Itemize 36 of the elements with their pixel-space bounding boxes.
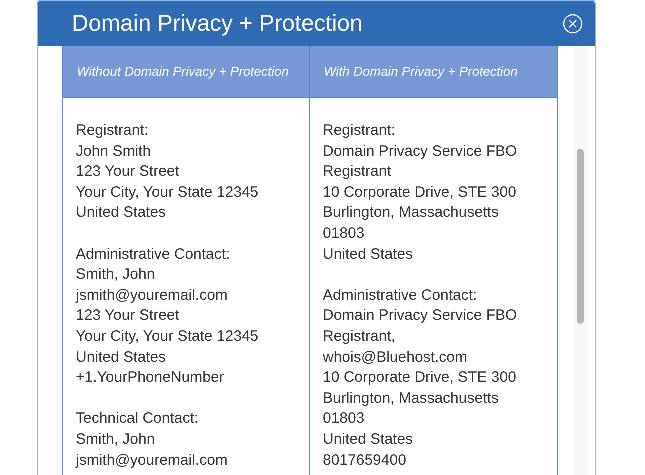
- contact-line: whois@Bluehost.com: [323, 348, 468, 368]
- column-header: Without Domain Privacy + Protection: [63, 46, 310, 97]
- contact-line: Administrative Contact:: [323, 286, 478, 306]
- column-header: With Domain Privacy + Protection: [323, 63, 519, 81]
- contact-line: +1.YourPhoneNumber: [76, 368, 226, 388]
- contact-line: Administrative Contact:: [76, 244, 232, 265]
- contact-line: 10 Corporate Drive, STE 300: [323, 182, 518, 203]
- contact-line: Domain Privacy Service FBO: [323, 306, 518, 326]
- contact-line: jsmith@youremail.com: [76, 286, 229, 306]
- contact-line: 01803: [323, 224, 366, 244]
- contact-line: Registrant: [323, 162, 392, 182]
- dialog-title: Domain Privacy + Protection: [72, 9, 364, 38]
- contact-line: Burlington, Massachusetts: [323, 388, 500, 409]
- contact-line: Registrant:: [76, 121, 150, 141]
- contact-line: 123 Your Street: [76, 306, 180, 326]
- contact-line: 123 Your Street: [76, 162, 180, 182]
- contact-line: Your City, Your State 12345: [76, 182, 260, 203]
- contact-line: Domain Privacy Service FBO: [323, 142, 518, 162]
- contact-line: 8017659400: [323, 450, 408, 470]
- contact-line: jsmith@youremail.com: [76, 450, 229, 470]
- contact-line: Registrant,: [323, 326, 397, 347]
- contact-line: Burlington, Massachusetts: [323, 203, 500, 224]
- close-icon[interactable]: [563, 14, 583, 34]
- contact-line: John Smith: [76, 142, 152, 162]
- contact-line: United States: [323, 430, 414, 450]
- contact-line: Registrant:: [323, 121, 397, 141]
- contact-line: United States: [76, 203, 168, 224]
- scrollbar-thumb[interactable]: [577, 149, 584, 324]
- contact-line: 01803: [323, 409, 366, 430]
- contact-line: 10 Corporate Drive, STE 300: [323, 368, 518, 388]
- contact-line: Technical Contact:: [76, 409, 200, 430]
- contact-line: Smith, John: [76, 265, 156, 286]
- contact-line: United States: [76, 348, 168, 368]
- contact-line: United States: [323, 244, 414, 265]
- contact-line: Your City, Your State 12345: [76, 326, 260, 347]
- contact-line: Smith, John: [76, 430, 156, 450]
